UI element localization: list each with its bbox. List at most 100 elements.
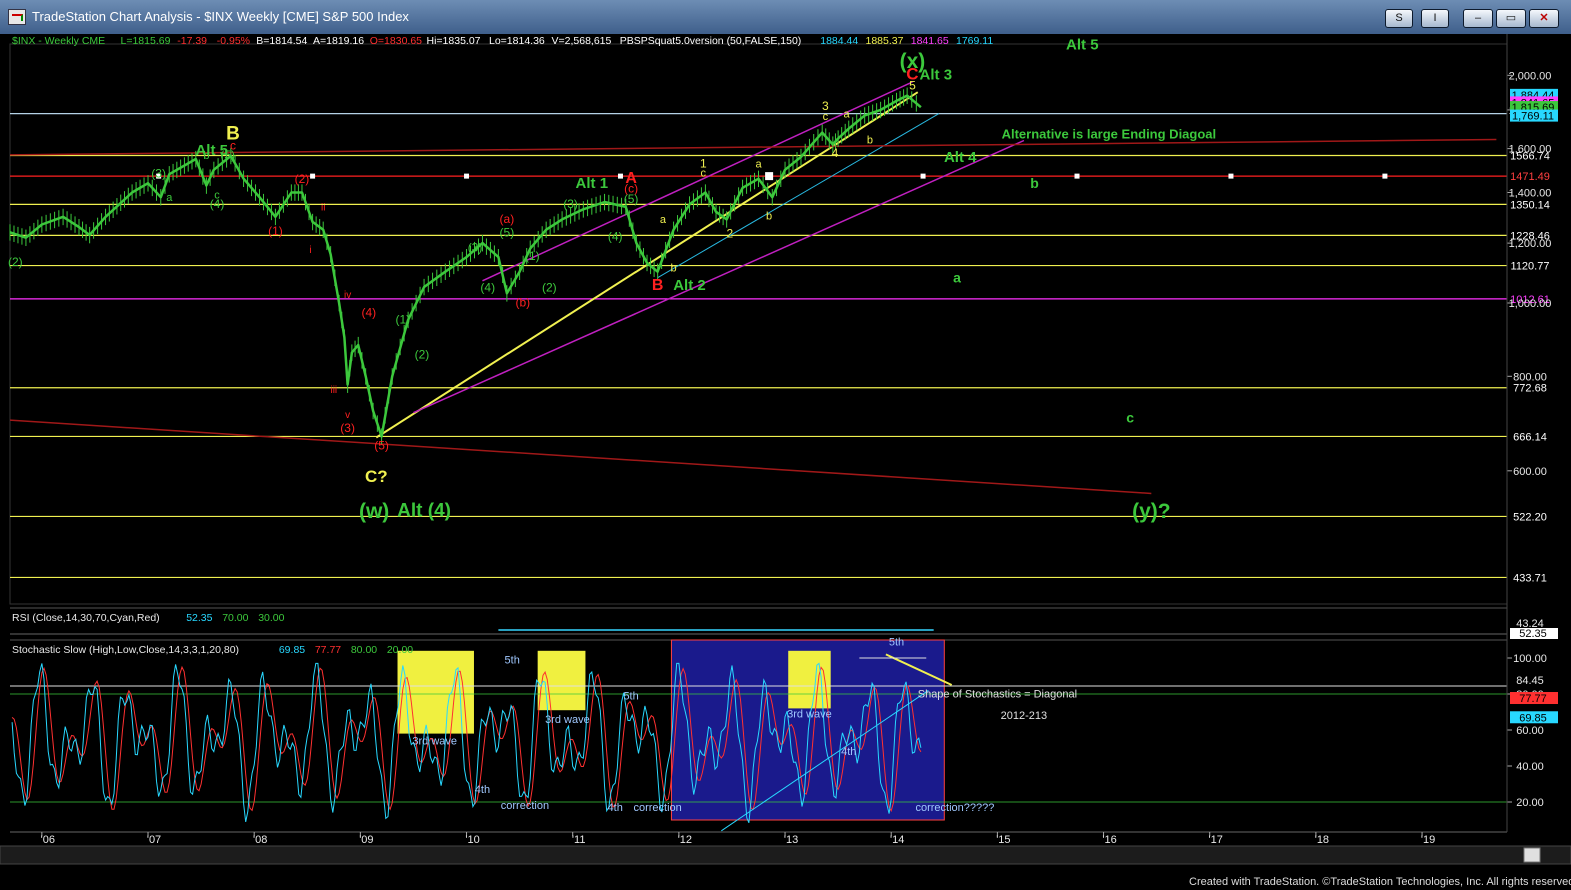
scrollbar-track	[0, 845, 1571, 865]
wave-label: (1)	[525, 249, 540, 263]
status-segment: 1769.11	[956, 35, 993, 47]
status-segment: Hi=1835.07	[427, 35, 481, 47]
status-segment: PBSPSquat5.0version (50,FALSE,150)	[620, 35, 802, 47]
restore-button[interactable]: ▭	[1496, 9, 1526, 28]
x-tick-label: '19	[1421, 834, 1435, 846]
x-tick-label: '14	[890, 834, 904, 846]
level-marker	[310, 173, 316, 179]
wave-label: (4)	[362, 305, 377, 319]
stoch-annotation: 4th	[841, 746, 856, 758]
level-marker	[464, 173, 470, 179]
wave-label: b	[867, 135, 873, 147]
wave-label: (5)	[624, 192, 639, 206]
wave-label: a	[953, 269, 961, 285]
wave-label: 4	[832, 146, 839, 160]
third-wave-box	[537, 650, 586, 711]
level-label: 522.20	[1513, 511, 1547, 523]
status-segment: B=1814.54	[256, 35, 307, 47]
level-label: 772.68	[1513, 383, 1547, 395]
wave-label: a	[755, 159, 762, 171]
wave-label: (5)	[500, 225, 515, 239]
y-tick-label: 1,600.00	[1509, 144, 1552, 156]
stoch-os: 20.00	[387, 644, 413, 656]
stoch-annotation: 3rd wave	[545, 714, 590, 726]
stoch-annotation: 4th	[608, 802, 623, 814]
tradestation-app-icon	[8, 9, 26, 25]
chart-area[interactable]: 1779.801566.741471.491350.141228.461120.…	[0, 34, 1571, 874]
wave-label: a	[166, 192, 173, 204]
x-tick-label: '09	[359, 834, 373, 846]
stoch-d-value: 77.77	[315, 644, 341, 656]
stoch-annotation: 3rd wave	[787, 708, 832, 720]
s-menu-button[interactable]: S	[1385, 9, 1413, 28]
status-segment: O=1830.65	[370, 35, 422, 47]
status-line: $INX - Weekly CME L=1815.69 -17.39 -0.95% B=…	[12, 35, 993, 47]
level-label: 666.14	[1513, 431, 1547, 443]
level-label: 1350.14	[1510, 199, 1550, 211]
x-tick-label: '13	[784, 834, 798, 846]
status-segment: 1841.65	[911, 35, 949, 47]
stoch-y-tick-label: 60.00	[1516, 725, 1544, 737]
level-marker	[1228, 173, 1234, 179]
level-label: 1120.77	[1511, 261, 1550, 273]
price-tag: 1,769.11	[1512, 111, 1554, 123]
x-tick-label: '16	[1102, 834, 1116, 846]
wave-label: B	[652, 277, 664, 294]
rsi-label: RSI (Close,14,30,70,Cyan,Red)	[12, 612, 160, 624]
wave-label: C?	[365, 467, 388, 486]
wave-label: (b)	[515, 295, 530, 309]
scrollbar-thumb	[1523, 847, 1541, 863]
rsi-tag: 52.35	[1519, 628, 1547, 640]
wave-label: (5)	[374, 439, 389, 453]
stoch-ob: 80.00	[351, 644, 377, 656]
stoch-y-tick-label: 40.00	[1516, 761, 1544, 773]
wave-label: (3)	[563, 197, 578, 211]
wave-label: i	[309, 245, 311, 256]
stoch-level-label: 84.45	[1516, 675, 1544, 687]
close-button[interactable]: ✕	[1529, 9, 1559, 28]
wave-label: (1)	[395, 312, 410, 326]
x-tick-label: '15	[996, 834, 1010, 846]
wave-label: c	[823, 111, 829, 123]
wave-label: (2)	[542, 281, 557, 295]
status-segment: $INX - Weekly CME	[12, 35, 105, 47]
wave-label: b	[1030, 175, 1039, 191]
stoch-k-value: 69.85	[279, 644, 305, 656]
stoch-annotation: correction	[633, 802, 681, 814]
stoch-label: Stochastic Slow (High,Low,Close,14,3,3,1…	[12, 644, 239, 656]
minimize-button[interactable]: –	[1463, 9, 1493, 28]
x-tick-label: '12	[678, 834, 692, 846]
wave-label: v	[345, 410, 350, 421]
stoch-y-tick-label: 20.00	[1516, 797, 1544, 809]
i-menu-button[interactable]: I	[1421, 9, 1449, 28]
y-tick-label: 1,400.00	[1509, 187, 1552, 199]
stoch-annotation: 5th	[505, 654, 520, 666]
y-tick-label: 1,200.00	[1509, 238, 1552, 250]
window-titlebar: TradeStation Chart Analysis - $INX Weekl…	[0, 0, 1571, 35]
y-tick-label: 600.00	[1513, 466, 1547, 478]
wave-label: (5)	[220, 148, 235, 162]
wave-label: Alternative is large Ending Diagoal	[1002, 127, 1217, 142]
x-tick-label: '10	[465, 834, 479, 846]
stoch-y-tick-label: 100.00	[1513, 653, 1547, 665]
stoch-annotation: 5th	[889, 636, 904, 648]
horizontal-scrollbar[interactable]	[0, 845, 1571, 865]
wave-label: a	[660, 214, 667, 226]
rsi-value: 52.35	[186, 612, 212, 624]
status-segment: 1885.37	[866, 35, 904, 47]
wave-label: (4)	[210, 197, 225, 211]
wave-label: Alt 2	[673, 277, 706, 294]
chart-svg[interactable]: 1779.801566.741471.491350.141228.461120.…	[0, 34, 1571, 874]
status-segment: Lo=1814.36	[489, 35, 545, 47]
stoch-tag: 69.85	[1519, 712, 1547, 724]
wave-label: Alt 1	[576, 175, 609, 192]
x-tick-label: '08	[253, 834, 267, 846]
level-marker	[617, 173, 623, 179]
x-tick-label: '07	[147, 834, 161, 846]
x-tick-label: '17	[1209, 834, 1223, 846]
y-tick-label: 800.00	[1513, 371, 1547, 383]
wave-label: (a)	[500, 212, 515, 226]
stoch-tag: 77.77	[1519, 693, 1547, 705]
stoch-annotation: Shape of Stochastics = Diagonal	[918, 689, 1077, 701]
stoch-annotation: correction?????	[915, 802, 994, 814]
